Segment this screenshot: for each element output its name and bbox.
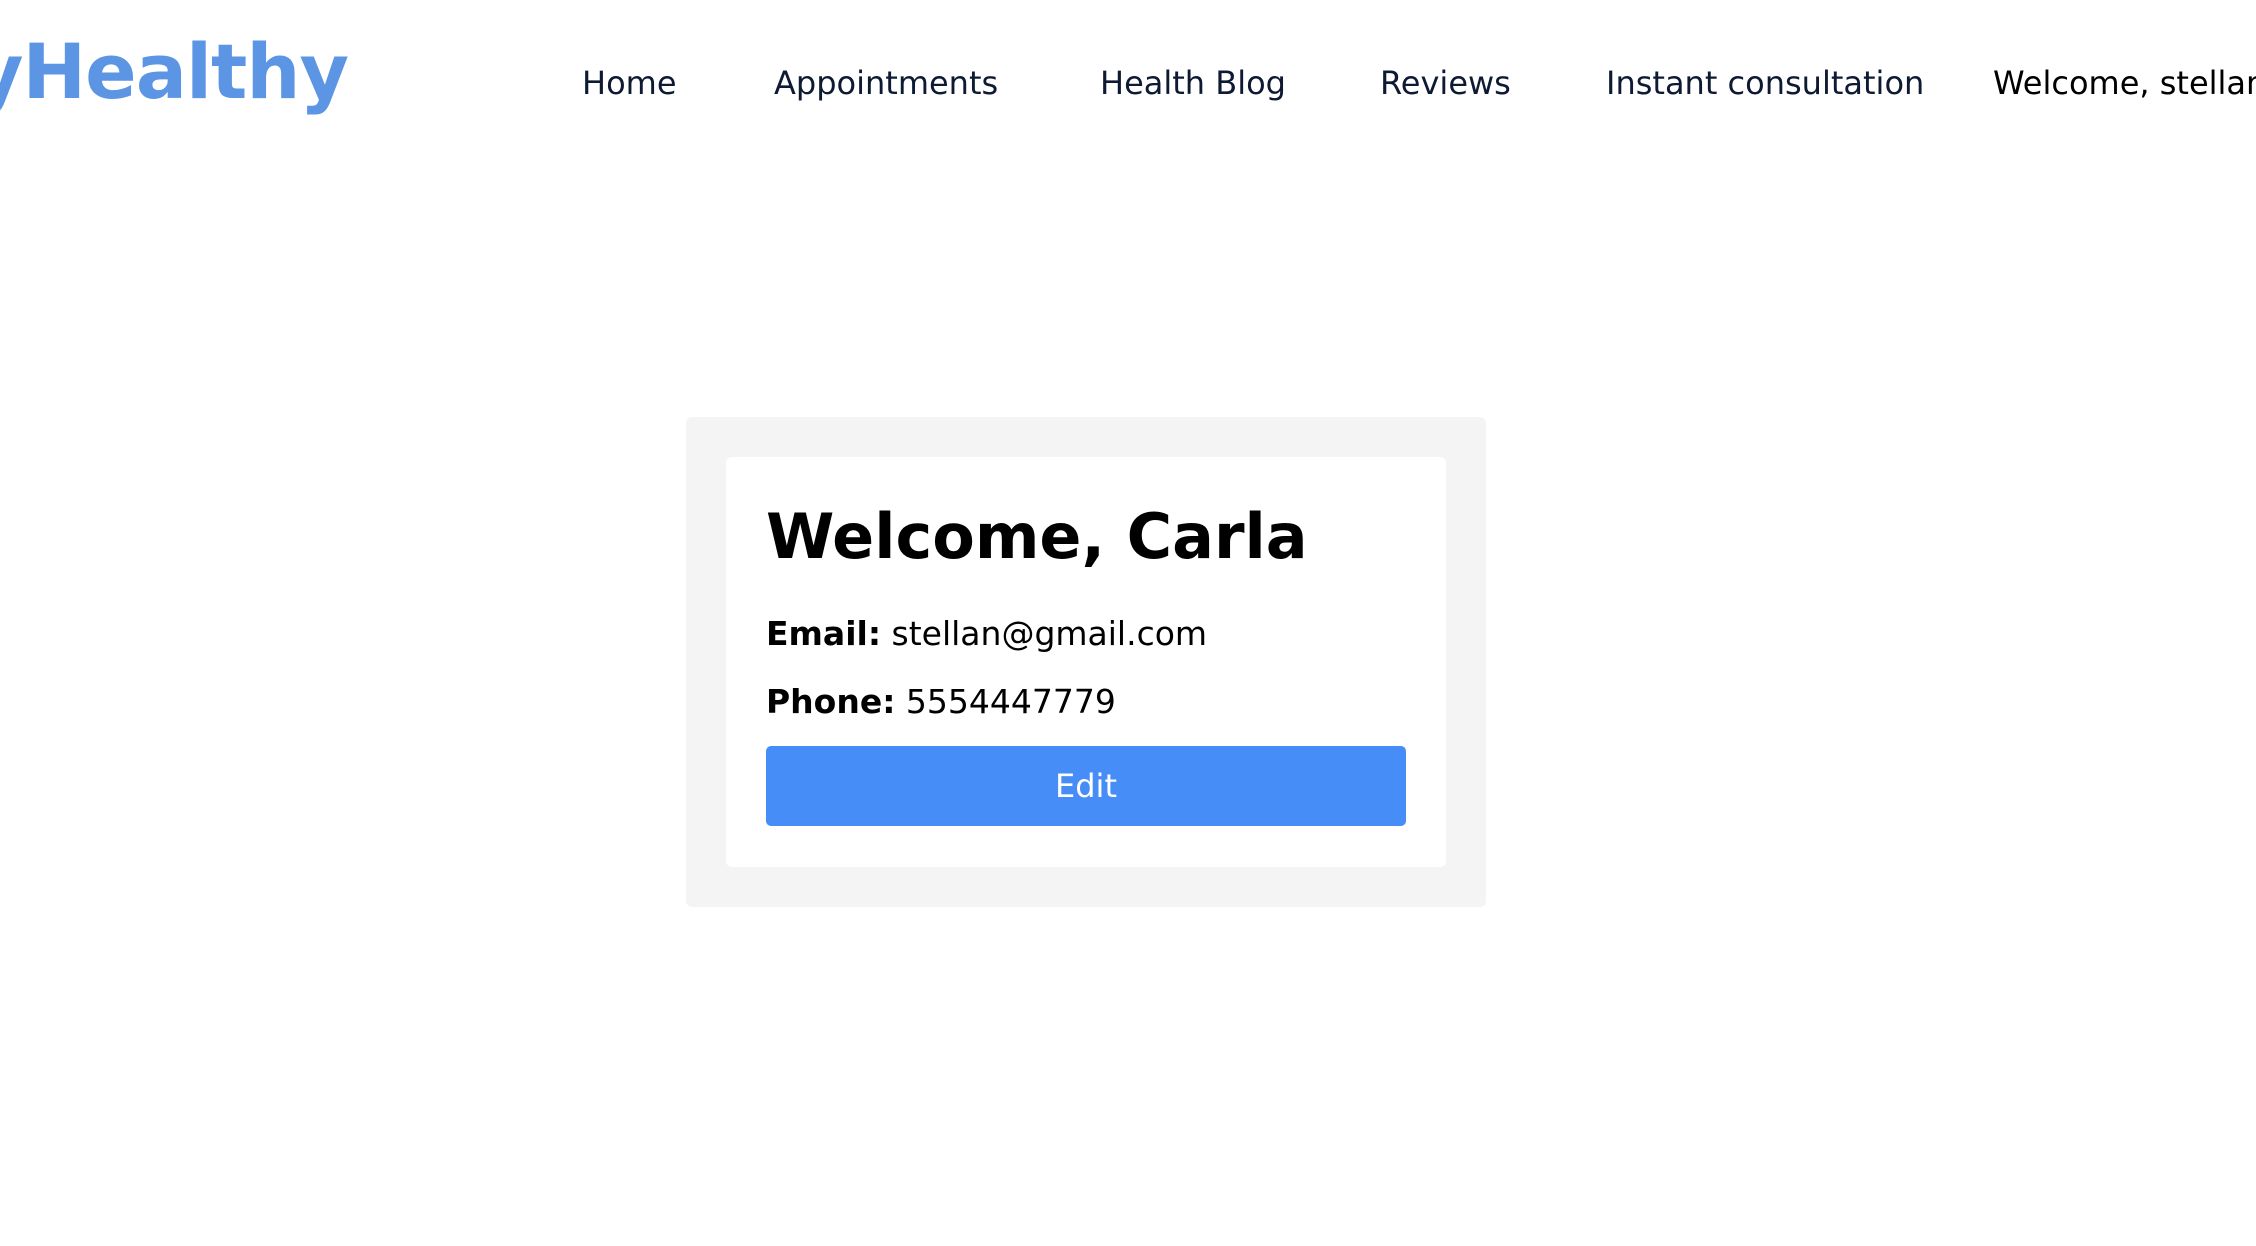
profile-card: Welcome, Carla Email: stellan@gmail.com … bbox=[726, 457, 1446, 867]
phone-label: Phone: bbox=[766, 682, 896, 721]
nav-instant-consultation[interactable]: Instant consultation bbox=[1606, 60, 1924, 106]
nav-health-blog[interactable]: Health Blog bbox=[1100, 60, 1286, 106]
edit-button[interactable]: Edit bbox=[766, 746, 1406, 826]
nav-appointments[interactable]: Appointments bbox=[774, 60, 998, 106]
logo[interactable]: yHealthy bbox=[0, 22, 349, 122]
nav-welcome-user[interactable]: Welcome, stellan bbox=[1993, 60, 2256, 106]
email-row: Email: stellan@gmail.com bbox=[766, 612, 1207, 656]
profile-title: Welcome, Carla bbox=[766, 500, 1308, 573]
navbar: yHealthy Home Appointments Health Blog R… bbox=[0, 0, 2256, 170]
nav-home[interactable]: Home bbox=[582, 60, 677, 106]
email-label: Email: bbox=[766, 614, 882, 653]
phone-value: 5554447779 bbox=[905, 682, 1116, 721]
nav-reviews[interactable]: Reviews bbox=[1380, 60, 1511, 106]
profile-card-container: Welcome, Carla Email: stellan@gmail.com … bbox=[686, 417, 1486, 907]
phone-row: Phone: 5554447779 bbox=[766, 680, 1116, 724]
email-value: stellan@gmail.com bbox=[891, 614, 1208, 653]
